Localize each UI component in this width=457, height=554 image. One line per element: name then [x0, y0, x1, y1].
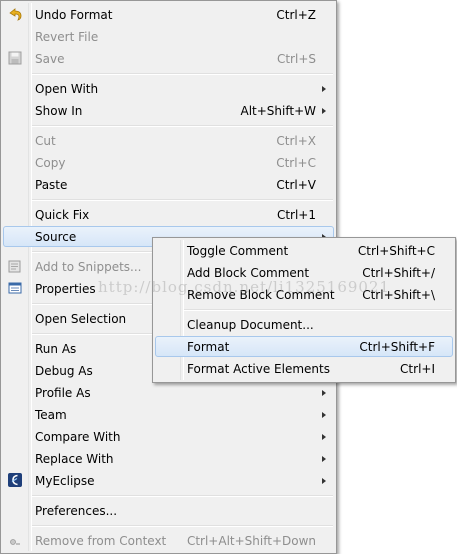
menu-item-label: Remove from Context	[35, 534, 167, 548]
menu-item-shortcut: Ctrl+S	[276, 52, 316, 66]
menu-item-label: Remove Block Comment	[187, 288, 335, 302]
menu-item-shortcut: Alt+Shift+W	[240, 104, 317, 118]
menu-item-label: Format Active Elements	[187, 362, 330, 376]
snippets-icon	[8, 260, 21, 273]
menu-separator	[184, 309, 452, 311]
myeclipse-icon	[8, 473, 22, 487]
menu-item-label: Add to Snippets...	[35, 260, 142, 274]
menu-item-label: Team	[35, 408, 67, 422]
menu-item-replace-with[interactable]: Replace With	[3, 448, 334, 469]
menu-separator	[32, 495, 333, 497]
menu-item-label: Undo Format	[35, 8, 113, 22]
menu-item-label: Add Block Comment	[187, 266, 310, 280]
menu-item-label: Open With	[35, 82, 99, 96]
menu-item-paste[interactable]: Paste Ctrl+V	[3, 174, 334, 195]
menu-item-cut[interactable]: Cut Ctrl+X	[3, 130, 334, 151]
menu-item-remove-from-context[interactable]: Remove from Context Ctrl+Alt+Shift+Down	[3, 530, 334, 551]
menu-item-copy[interactable]: Copy Ctrl+C	[3, 152, 334, 173]
menu-item-label: Format	[187, 340, 230, 354]
menu-item-undo-format[interactable]: Undo Format Ctrl+Z	[3, 4, 334, 25]
menu-item-shortcut: Ctrl+1	[276, 208, 316, 222]
menu-item-compare-with[interactable]: Compare With	[3, 426, 334, 447]
submenu-arrow-icon	[322, 434, 326, 440]
menu-item-shortcut: Ctrl+Alt+Shift+Down	[186, 534, 316, 548]
menu-item-remove-block-comment[interactable]: Remove Block Comment Ctrl+Shift+\	[155, 284, 453, 305]
source-submenu: Toggle Comment Ctrl+Shift+C Add Block Co…	[152, 237, 456, 383]
menu-item-label: Cleanup Document...	[187, 318, 314, 332]
menu-item-label: Source	[35, 230, 77, 244]
menu-item-label: Copy	[35, 156, 66, 170]
menu-item-label: Show In	[35, 104, 83, 118]
menu-item-format-active-elements[interactable]: Format Active Elements Ctrl+I	[155, 358, 453, 379]
menu-item-shortcut: Ctrl+C	[276, 156, 316, 170]
menu-item-label: Debug As	[35, 364, 93, 378]
menu-item-label: Properties	[35, 282, 96, 296]
menu-item-save[interactable]: Save Ctrl+S	[3, 48, 334, 69]
menu-item-quick-fix[interactable]: Quick Fix Ctrl+1	[3, 204, 334, 225]
menu-item-label: Replace With	[35, 452, 114, 466]
submenu-arrow-icon	[322, 390, 326, 396]
menu-item-label: Run As	[35, 342, 77, 356]
menu-separator	[32, 199, 333, 201]
submenu-arrow-icon	[322, 412, 326, 418]
menu-item-myeclipse[interactable]: MyEclipse	[3, 470, 334, 491]
submenu-arrow-icon	[322, 456, 326, 462]
menu-item-label: Save	[35, 52, 65, 66]
menu-item-show-in[interactable]: Show In Alt+Shift+W	[3, 100, 334, 121]
submenu-arrow-icon	[322, 478, 326, 484]
menu-item-shortcut: Ctrl+I	[400, 362, 435, 376]
menu-item-open-with[interactable]: Open With	[3, 78, 334, 99]
menu-item-shortcut: Ctrl+V	[276, 178, 316, 192]
submenu-arrow-icon	[322, 108, 326, 114]
menu-item-label: Profile As	[35, 386, 91, 400]
menu-item-preferences[interactable]: Preferences...	[3, 500, 334, 521]
menu-item-shortcut: Ctrl+Shift+\	[362, 288, 435, 302]
menu-item-toggle-comment[interactable]: Toggle Comment Ctrl+Shift+C	[155, 240, 453, 261]
menu-item-profile-as[interactable]: Profile As	[3, 382, 334, 403]
menu-item-label: Cut	[35, 134, 56, 148]
menu-item-shortcut: Ctrl+X	[276, 134, 316, 148]
menu-item-shortcut: Ctrl+Shift+/	[362, 266, 435, 280]
menu-item-label: Quick Fix	[35, 208, 90, 222]
menu-item-label: MyEclipse	[35, 474, 95, 488]
undo-icon	[9, 8, 22, 21]
menu-item-label: Preferences...	[35, 504, 118, 518]
menu-separator	[32, 73, 333, 75]
menu-item-shortcut: Ctrl+Shift+C	[357, 244, 435, 258]
save-icon	[8, 51, 22, 65]
menu-item-label: Toggle Comment	[187, 244, 289, 258]
menu-item-revert-file[interactable]: Revert File	[3, 26, 334, 47]
menu-item-label: Paste	[35, 178, 68, 192]
menu-item-add-block-comment[interactable]: Add Block Comment Ctrl+Shift+/	[155, 262, 453, 283]
menu-item-label: Revert File	[35, 30, 99, 44]
menu-item-label: Open Selection	[35, 312, 127, 326]
menu-item-cleanup-document[interactable]: Cleanup Document...	[155, 314, 453, 335]
menu-item-shortcut: Ctrl+Shift+F	[359, 340, 435, 354]
menu-separator	[32, 125, 333, 127]
menu-item-label: Compare With	[35, 430, 121, 444]
submenu-arrow-icon	[322, 86, 326, 92]
menu-item-team[interactable]: Team	[3, 404, 334, 425]
properties-icon	[8, 282, 22, 294]
menu-item-shortcut: Ctrl+Z	[276, 8, 316, 22]
remove-context-icon	[10, 539, 20, 545]
menu-item-format[interactable]: Format Ctrl+Shift+F	[155, 336, 453, 357]
menu-separator	[32, 525, 333, 527]
